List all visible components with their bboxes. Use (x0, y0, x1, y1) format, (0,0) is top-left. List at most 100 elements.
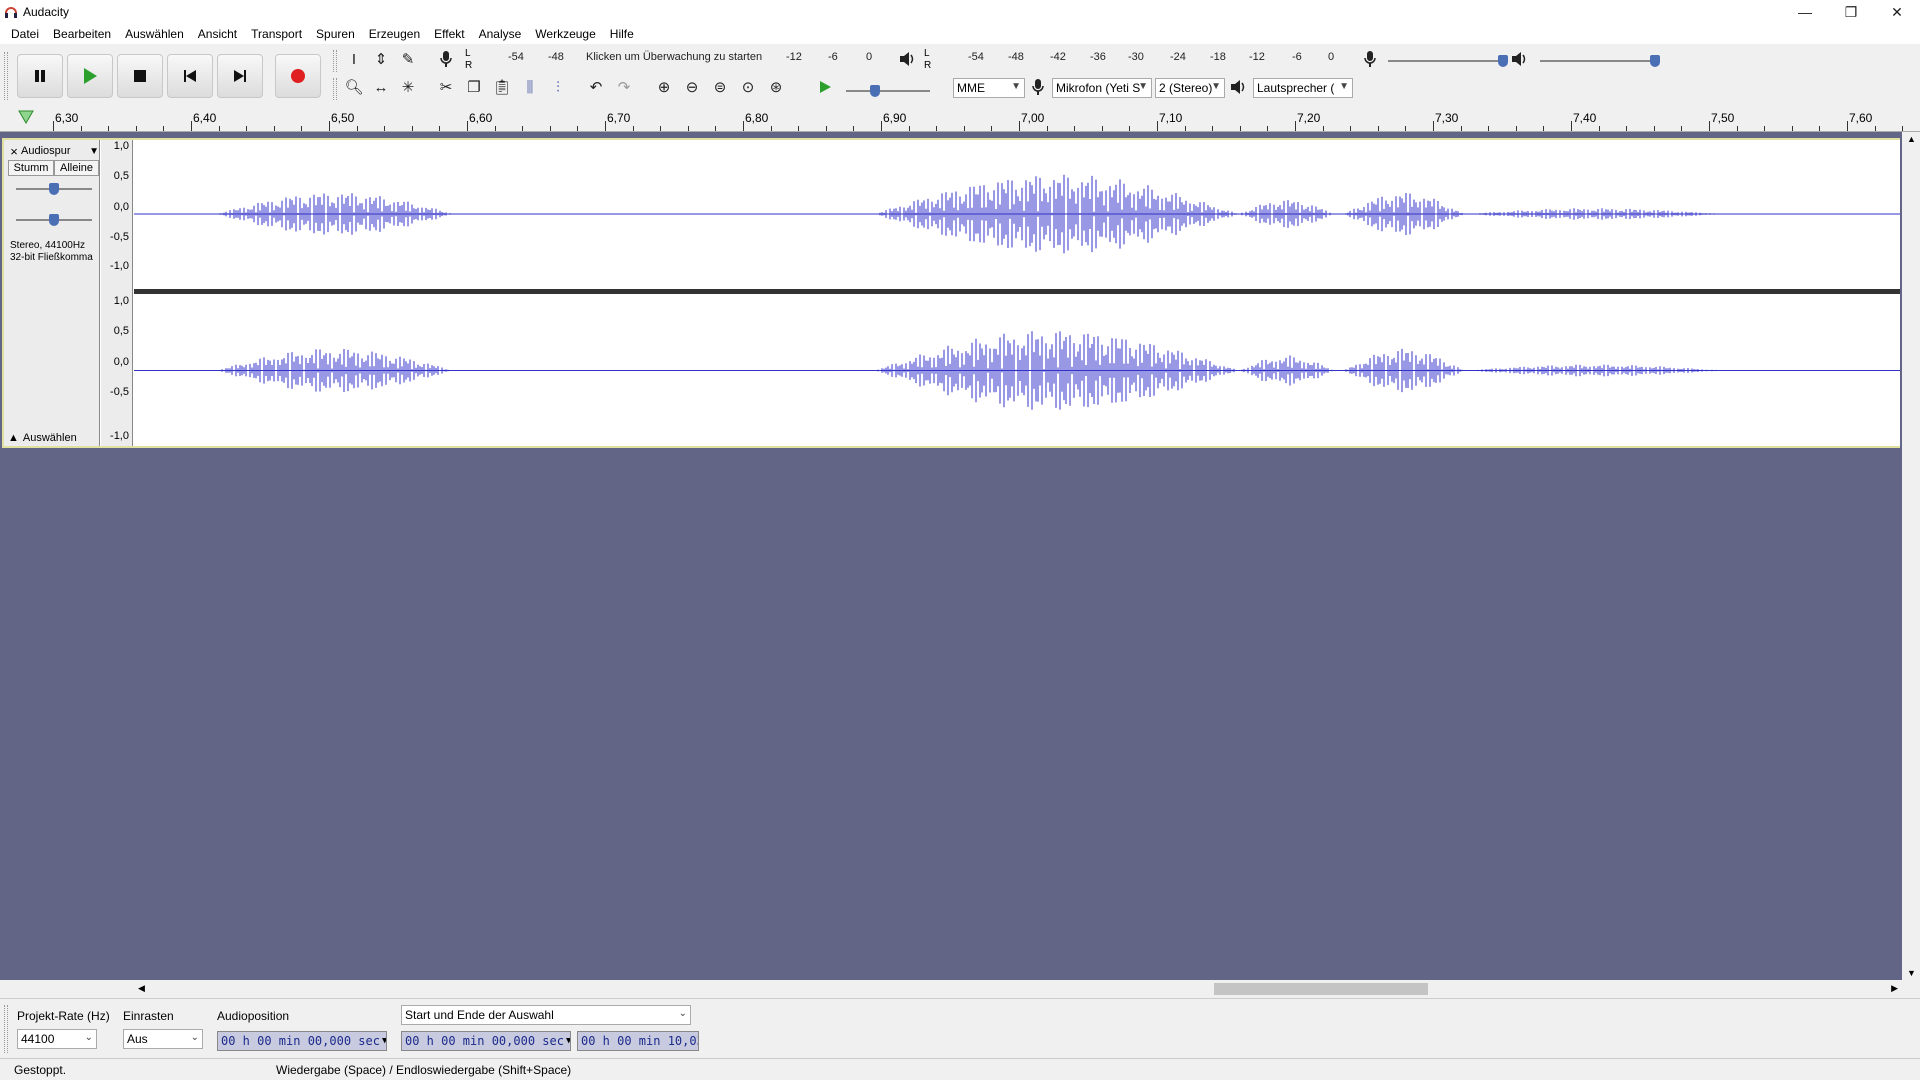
zoom-in-button[interactable]: ⊕ (652, 75, 676, 99)
ruler-tick (825, 126, 827, 131)
selection-start-field[interactable]: 00 h 00 min 00,000 sec ▼ (401, 1031, 571, 1051)
record-meter[interactable]: -54 -48 Klicken um Überwachung zu starte… (478, 51, 878, 65)
scroll-up-icon[interactable]: ▲ (1907, 134, 1916, 144)
pause-button[interactable] (17, 54, 63, 98)
recording-volume-button[interactable] (1358, 47, 1382, 71)
toolbar-grip[interactable] (333, 78, 337, 100)
pan-slider[interactable] (16, 213, 92, 227)
waveform-display[interactable] (134, 140, 1900, 446)
vertical-amplitude-scale[interactable]: 1,0 0,5 0,0 -0,5 -1,0 1,0 0,5 0,0 -0,5 -… (101, 140, 133, 446)
play-speed-slider[interactable] (846, 84, 930, 98)
stop-button[interactable] (117, 54, 163, 98)
close-window-button[interactable]: ✕ (1874, 0, 1920, 24)
audio-track[interactable]: × Audiospur ▼ Stumm Alleine Stereo, 4410… (2, 138, 1900, 448)
chevron-down-icon[interactable]: ▼ (382, 1036, 386, 1046)
gain-slider[interactable] (16, 182, 92, 196)
scroll-right-icon[interactable]: ▶ (1891, 983, 1898, 994)
recording-volume-slider[interactable] (1388, 54, 1508, 68)
track-name[interactable]: Audiospur (21, 145, 89, 157)
draw-tool-button[interactable]: ✎ (396, 47, 420, 71)
menu-hilfe[interactable]: Hilfe (603, 27, 641, 41)
playback-volume-slider[interactable] (1540, 54, 1660, 68)
slider-knob[interactable] (1650, 55, 1660, 67)
snap-select[interactable]: Aus ⌄ (123, 1029, 203, 1049)
scroll-down-icon[interactable]: ▼ (1907, 968, 1916, 978)
play-head-marker-icon[interactable] (18, 110, 34, 124)
zoom-out-button[interactable]: ⊖ (680, 75, 704, 99)
menu-spuren[interactable]: Spuren (309, 27, 362, 41)
fit-selection-button[interactable]: ⊜ (708, 75, 732, 99)
playback-meter-button[interactable] (896, 47, 920, 71)
menu-bearbeiten[interactable]: Bearbeiten (46, 27, 118, 41)
speaker-icon (1512, 52, 1526, 66)
menu-transport[interactable]: Transport (244, 27, 309, 41)
scroll-left-icon[interactable]: ◀ (138, 983, 145, 994)
track-select-button[interactable]: ▲ Auswählen (8, 432, 77, 444)
mute-button[interactable]: Stumm (8, 160, 54, 176)
track-close-button[interactable]: × (7, 144, 21, 159)
slider-knob[interactable] (870, 85, 880, 97)
track-header[interactable]: × Audiospur ▼ (7, 143, 99, 159)
copy-button[interactable]: ❐ (462, 75, 486, 99)
output-device-select[interactable]: Lautsprecher (▼ (1253, 78, 1353, 98)
scale-label: 0,0 (113, 201, 129, 213)
ruler-label: 7,20 (1297, 111, 1321, 125)
menu-erzeugen[interactable]: Erzeugen (362, 27, 427, 41)
menu-datei[interactable]: Datei (4, 27, 46, 41)
fit-project-button[interactable]: ⊙ (736, 75, 760, 99)
project-rate-select[interactable]: 44100 ⌄ (17, 1029, 97, 1049)
skip-to-start-button[interactable] (167, 54, 213, 98)
redo-button[interactable]: ↷ (612, 75, 636, 99)
menu-ansicht[interactable]: Ansicht (191, 27, 244, 41)
ruler-tick (715, 126, 717, 131)
timeline-ruler[interactable]: 6,30 6,40 6,50 6,60 6,70 6,80 6,90 7,00 … (0, 106, 1920, 132)
selection-mode-select[interactable]: Start und Ende der Auswahl ⌄ (401, 1005, 691, 1025)
toolbar-grip[interactable] (4, 52, 8, 100)
slider-knob[interactable] (49, 214, 59, 226)
collapse-arrow-icon: ▲ (8, 432, 19, 444)
maximize-button[interactable]: ❐ (1828, 0, 1874, 24)
record-button[interactable] (275, 54, 321, 98)
horizontal-scroll-thumb[interactable] (1214, 983, 1428, 995)
ruler-tick (1295, 121, 1296, 131)
solo-button[interactable]: Alleine (54, 160, 99, 176)
silence-button[interactable]: ⫶ (546, 75, 570, 99)
track-menu-arrow-icon[interactable]: ▼ (89, 146, 99, 157)
trim-button[interactable]: ⫼ (518, 75, 542, 99)
ruler-tick (273, 126, 275, 131)
playback-meter[interactable]: -54 -48 -42 -36 -30 -24 -18 -12 -6 0 (936, 51, 1336, 65)
selection-tool-button[interactable]: I (342, 47, 366, 71)
slider-knob[interactable] (1498, 55, 1508, 67)
audio-host-select[interactable]: MME ▼ (953, 78, 1025, 98)
slider-knob[interactable] (49, 183, 59, 195)
play-at-speed-button[interactable] (813, 75, 837, 99)
track-area[interactable]: × Audiospur ▼ Stumm Alleine Stereo, 4410… (0, 132, 1902, 980)
audio-position-field[interactable]: 00 h 00 min 00,000 sec ▼ (217, 1031, 387, 1051)
menu-auswaehlen[interactable]: Auswählen (118, 27, 191, 41)
toolbar-grip[interactable] (333, 50, 337, 72)
paste-button[interactable]: 📋︎ (490, 75, 514, 99)
playback-volume-button[interactable] (1508, 47, 1532, 71)
selection-end-field[interactable]: 00 h 00 min 10,03 (577, 1031, 699, 1051)
zoom-tool-button[interactable]: 🔍︎ (342, 75, 366, 99)
zoom-toggle-button[interactable]: ⊛ (764, 75, 788, 99)
input-device-select[interactable]: Mikrofon (Yeti S ▼ (1052, 78, 1152, 98)
multi-tool-button[interactable]: ✳ (396, 75, 420, 99)
undo-button[interactable]: ↶ (584, 75, 608, 99)
play-button[interactable] (67, 54, 113, 98)
menu-werkzeuge[interactable]: Werkzeuge (528, 27, 602, 41)
minimize-button[interactable]: — (1782, 0, 1828, 24)
toolbar-grip[interactable] (4, 1005, 8, 1053)
menu-effekt[interactable]: Effekt (427, 27, 471, 41)
record-meter-button[interactable] (434, 47, 458, 71)
cut-button[interactable]: ✂ (434, 75, 458, 99)
time-shift-tool-button[interactable]: ↔ (369, 75, 393, 99)
skip-to-end-button[interactable] (217, 54, 263, 98)
horizontal-scrollbar[interactable]: ◀ ▶ (130, 980, 1902, 998)
menu-analyse[interactable]: Analyse (472, 27, 529, 41)
input-channels-select[interactable]: 2 (Stereo) ▼ (1155, 78, 1225, 98)
envelope-tool-button[interactable]: ⇕ (369, 47, 393, 71)
chevron-down-icon[interactable]: ▼ (566, 1036, 570, 1046)
vertical-scrollbar[interactable]: ▲ ▼ (1902, 132, 1920, 980)
track-control-panel[interactable]: × Audiospur ▼ Stumm Alleine Stereo, 4410… (4, 140, 100, 446)
